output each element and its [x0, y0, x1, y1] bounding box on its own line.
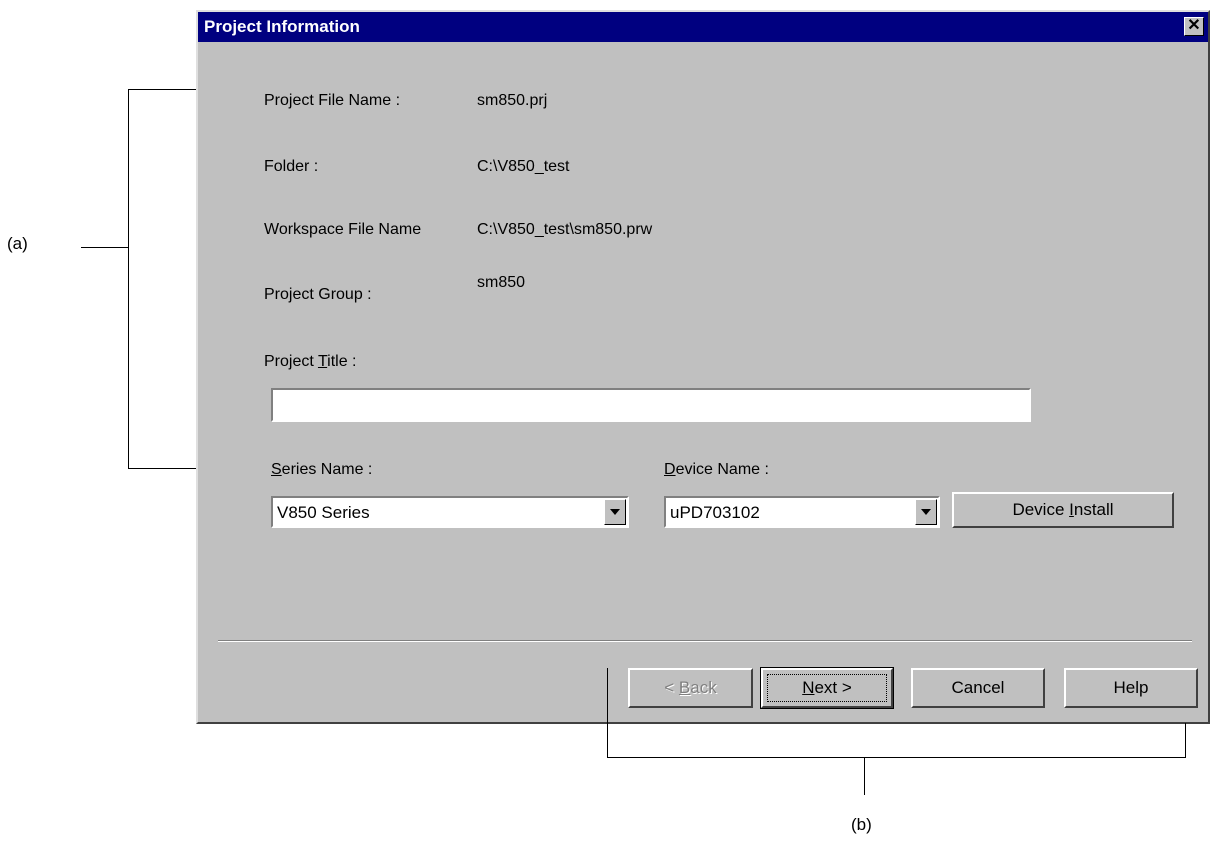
annotation-b-bracket-left — [607, 668, 608, 758]
annotation-b-bracket-bottom — [607, 757, 1186, 758]
close-icon[interactable]: ✕ — [1184, 17, 1204, 36]
workspace-file-name-label: Workspace File Name — [264, 221, 422, 238]
annotation-b-bracket-right — [1185, 723, 1186, 758]
next-button[interactable]: Next > — [760, 667, 894, 709]
folder-label: Folder : — [264, 158, 319, 175]
workspace-file-name-value: C:\V850_test\sm850.prw — [477, 221, 653, 238]
cancel-button[interactable]: Cancel — [911, 668, 1045, 708]
dialog-title: Project Information — [204, 17, 360, 36]
annotation-b-label: (b) — [851, 815, 872, 834]
project-group-value: sm850 — [477, 274, 526, 291]
folder-value: C:\V850_test — [477, 158, 570, 175]
project-file-name-value: sm850.prj — [477, 92, 548, 109]
project-information-dialog: Project Information ✕ Project File Name … — [196, 10, 1210, 724]
project-file-name-label: Project File Name : — [264, 92, 401, 109]
project-title-input[interactable] — [271, 388, 1031, 422]
series-name-selected: V850 Series — [277, 503, 370, 522]
device-name-select[interactable]: uPD703102 — [664, 496, 940, 528]
separator — [218, 640, 1192, 642]
chevron-down-icon[interactable] — [915, 499, 937, 525]
project-title-label: Project Title : — [264, 353, 357, 370]
annotation-a-pointer — [81, 247, 129, 248]
back-button[interactable]: < Back — [628, 668, 753, 708]
series-name-label: Series Name : — [271, 461, 373, 478]
annotation-b-pointer — [864, 757, 865, 795]
dialog-titlebar[interactable]: Project Information ✕ — [198, 12, 1208, 42]
help-button[interactable]: Help — [1064, 668, 1198, 708]
device-name-selected: uPD703102 — [670, 503, 760, 522]
project-group-label: Project Group : — [264, 286, 372, 303]
annotation-a-label: (a) — [7, 234, 28, 253]
chevron-down-icon[interactable] — [604, 499, 626, 525]
device-install-button[interactable]: Device Install — [952, 492, 1174, 528]
annotation-a-bracket-vertical — [128, 89, 129, 469]
device-name-label: Device Name : — [664, 461, 769, 478]
focus-rect — [767, 674, 887, 702]
series-name-select[interactable]: V850 Series — [271, 496, 629, 528]
